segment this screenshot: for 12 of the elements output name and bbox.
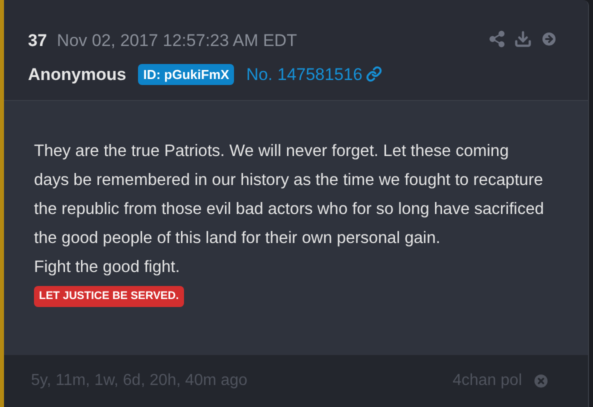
post-timestamp: Nov 02, 2017 12:57:23 AM EDT xyxy=(56,30,297,52)
id-badge: ID: pGukiFmX xyxy=(138,64,234,85)
close-icon[interactable] xyxy=(532,372,550,390)
link-icon[interactable] xyxy=(366,66,382,82)
post-text: They are the true Patriots. We will never forget. Let these coming days be remembered in our history as the time we fought to recapture the republic from those evil bad actors who for so long have sacrificed the good people of this land for their own personal gain. xyxy=(34,141,545,249)
post-text: Fight the good fight. xyxy=(34,257,181,278)
share-icon[interactable] xyxy=(488,30,506,48)
download-icon[interactable] xyxy=(514,30,532,48)
post-number: 37 xyxy=(28,30,47,52)
highlight-tag: LET JUSTICE BE SERVED. xyxy=(34,286,184,306)
author-name: Anonymous xyxy=(28,64,126,86)
post-number-link[interactable]: No. 147581516 xyxy=(246,62,362,87)
